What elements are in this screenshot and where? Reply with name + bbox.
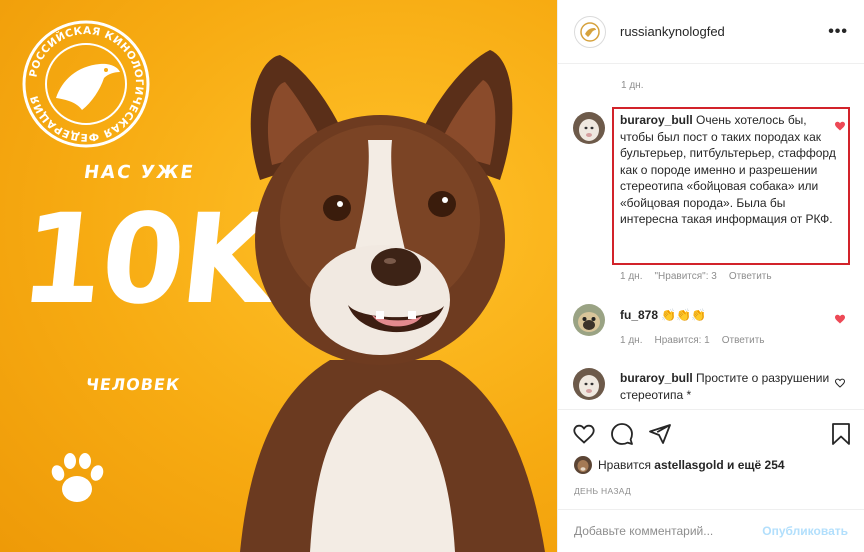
post-actions: Нравится astellasgold и ещё 254 ДЕНЬ НАЗ… [558, 409, 864, 509]
comment-icon[interactable] [610, 422, 634, 446]
paw-icon [51, 453, 104, 502]
comment-likes-count[interactable]: "Нравится": 3 [654, 271, 716, 282]
post-date: ДЕНЬ НАЗАД [574, 486, 632, 496]
comment-text: buraroy_bull Простите о разрушении стере… [620, 370, 842, 403]
bull-terrier-avatar-icon [573, 368, 605, 400]
comment-text: fu_878 👏👏👏 [620, 307, 842, 324]
headline-bottom: ЧЕЛОВЕК [84, 375, 182, 394]
commenter-avatar[interactable] [573, 368, 605, 400]
post-image[interactable]: РОССИЙСКАЯ КИНОЛОГИЧЕСКАЯ ФЕДЕРАЦИЯ НАС … [0, 0, 557, 552]
heart-outline-icon[interactable] [834, 377, 846, 389]
commenter-avatar[interactable] [573, 112, 605, 144]
caption-timestamp: 1 дн. [621, 80, 644, 91]
bookmark-icon[interactable] [830, 422, 852, 446]
comment-username[interactable]: fu_878 [620, 308, 658, 322]
comment-username[interactable]: buraroy_bull [620, 371, 693, 385]
likes-prefix: Нравится [598, 458, 651, 472]
pug-avatar-icon [573, 304, 605, 336]
liker-avatar-icon [574, 456, 592, 474]
comment-likes-count[interactable]: Нравится: 1 [654, 335, 709, 346]
liker-username[interactable]: astellasgold [654, 458, 723, 472]
post-header: russiankynologfed ••• [558, 0, 864, 64]
likes-others[interactable]: и ещё 254 [727, 458, 785, 472]
reply-button[interactable]: Ответить [722, 335, 765, 346]
likes-summary[interactable]: Нравится astellasgold и ещё 254 [574, 456, 785, 474]
publish-button[interactable]: Опубликовать [762, 524, 848, 538]
comment-time: 1 дн. [620, 271, 643, 282]
bull-terrier-avatar-icon [573, 112, 605, 144]
comment-meta: 1 дн. "Нравится": 3 Ответить [620, 271, 772, 282]
add-comment-bar: Опубликовать [558, 509, 864, 552]
more-options-icon[interactable]: ••• [828, 23, 848, 41]
liker-avatar [574, 456, 592, 474]
comments-list[interactable]: 1 дн. buraroy_bull Очень хотелось бы, чт… [558, 64, 864, 409]
comment-input[interactable] [574, 524, 754, 538]
headline-top: НАС УЖЕ [82, 162, 197, 183]
highlight-box [612, 107, 850, 265]
liked-heart-icon[interactable] [834, 313, 846, 325]
share-icon[interactable] [648, 422, 672, 446]
comment-meta: 1 дн. Нравится: 1 Ответить [620, 335, 764, 346]
account-username[interactable]: russiankynologfed [620, 24, 725, 39]
rkf-avatar-icon [580, 21, 600, 42]
reply-button[interactable]: Ответить [729, 271, 772, 282]
post-sidebar: russiankynologfed ••• 1 дн. buraroy_bull… [557, 0, 864, 552]
comment-body: 👏👏👏 [661, 308, 707, 322]
rkf-logo: РОССИЙСКАЯ КИНОЛОГИЧЕСКАЯ ФЕДЕРАЦИЯ [22, 20, 150, 148]
dog-illustration [240, 50, 545, 552]
comment-time: 1 дн. [620, 335, 643, 346]
like-icon[interactable] [572, 422, 596, 446]
account-avatar[interactable] [574, 15, 606, 48]
commenter-avatar[interactable] [573, 304, 605, 336]
